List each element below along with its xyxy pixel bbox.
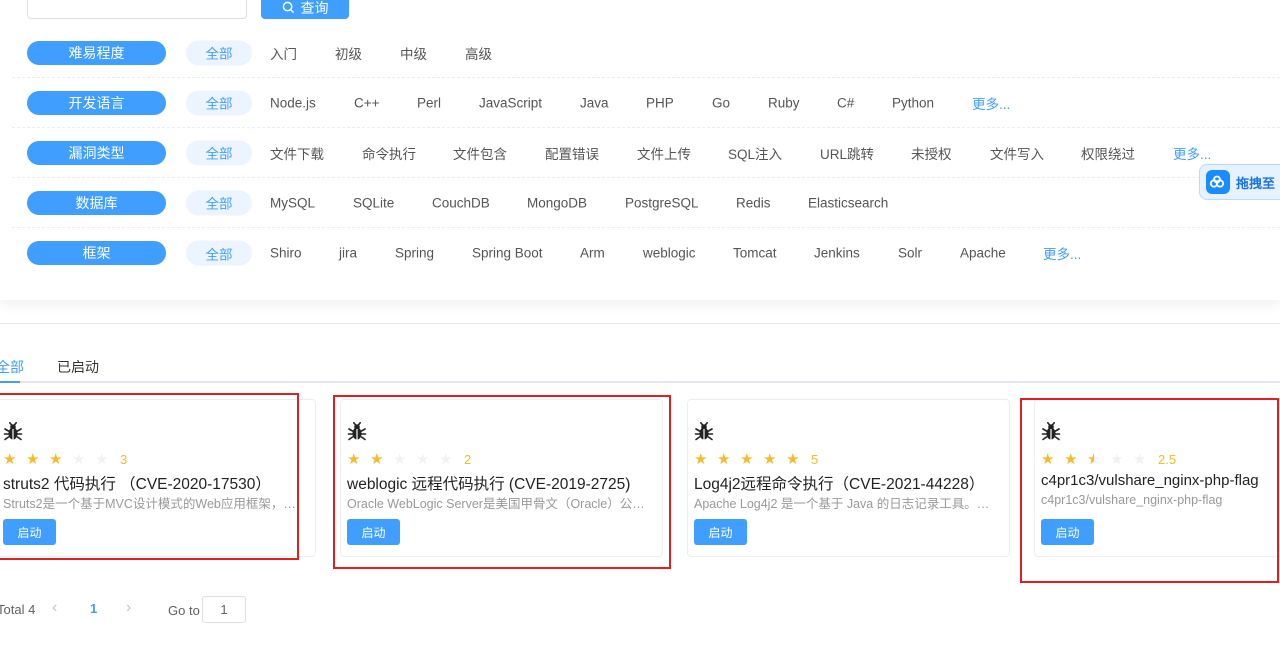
filter-option[interactable]: PHP [646, 95, 674, 110]
search-icon [282, 1, 294, 14]
filter-option[interactable]: 文件包含 [453, 143, 507, 163]
filter-option[interactable]: Elasticsearch [808, 195, 888, 210]
filter-option[interactable]: Arm [580, 246, 605, 261]
filter-option-all[interactable]: 全部 [186, 190, 252, 215]
start-button[interactable]: 启动 [694, 519, 747, 545]
filter-option[interactable]: 未授权 [911, 143, 952, 163]
filter-option[interactable]: Solr [898, 246, 922, 261]
card-title: Log4j2远程命令执行（CVE-2021-44228） [694, 476, 985, 493]
filter-option[interactable]: 文件上传 [637, 143, 691, 163]
filter-option[interactable]: Perl [417, 95, 441, 110]
prev-page-icon[interactable]: ‹ [52, 599, 57, 617]
filter-option[interactable]: 权限绕过 [1081, 143, 1135, 163]
highlight-box [333, 395, 671, 569]
card-description: Apache Log4j2 是一个基于 Java 的日志记录工具。该工具重写了L… [694, 497, 990, 511]
filter-option[interactable]: MySQL [270, 195, 315, 210]
tab-bar: 全部 已启动 [0, 345, 1280, 383]
filter-option-all[interactable]: 全部 [186, 240, 252, 266]
filter-row-language: 开发语言 全部 Node.js C++ Perl JavaScript Java… [12, 78, 1280, 128]
highlight-box [0, 393, 299, 560]
filter-row-vuln-type: 漏洞类型 全部 文件下载 命令执行 文件包含 配置错误 文件上传 SQL注入 U… [12, 128, 1280, 178]
section-divider [0, 323, 1280, 324]
side-tab-label: 拖拽至 [1236, 175, 1276, 191]
filter-option[interactable]: SQLite [353, 195, 394, 210]
star-icon: ★ [763, 451, 777, 468]
star-icon: ★ [717, 451, 731, 468]
star-icon: ★ [740, 451, 754, 468]
vuln-card: ★ ★ ★ ★ ★ 5 Log4j2远程命令执行（CVE-2021-44228） Apac… [687, 399, 1010, 557]
filter-option[interactable]: Java [580, 95, 609, 110]
filter-label: 开发语言 [27, 90, 166, 115]
filter-option[interactable]: PostgreSQL [625, 195, 699, 210]
highlight-box [1020, 398, 1279, 583]
rating-score: 5 [811, 451, 819, 467]
filter-label: 数据库 [27, 190, 166, 215]
filter-panel: 难易程度 全部 入门 初级 中级 高级 开发语言 全部 Node.js C++ … [0, 28, 1280, 300]
filter-option[interactable]: weblogic [643, 246, 696, 261]
filter-row-database: 数据库 全部 MySQL SQLite CouchDB MongoDB Post… [12, 178, 1280, 228]
filter-option-all[interactable]: 全部 [186, 140, 252, 165]
filter-more-link[interactable]: 更多... [1173, 143, 1211, 163]
filter-more-link[interactable]: 更多... [972, 93, 1010, 113]
filter-option[interactable]: 文件写入 [990, 143, 1044, 163]
filter-more-link[interactable]: 更多... [1043, 243, 1081, 263]
filter-option[interactable]: URL跳转 [820, 143, 874, 163]
filter-option[interactable]: 初级 [335, 43, 362, 63]
filter-option[interactable]: Shiro [270, 246, 302, 261]
filter-option[interactable]: C# [837, 95, 854, 110]
search-input[interactable] [27, 0, 247, 19]
filter-option[interactable]: Apache [960, 246, 1006, 261]
cloud-icon [1206, 170, 1230, 194]
filter-option[interactable]: Node.js [270, 95, 316, 110]
filter-option[interactable]: 配置错误 [545, 143, 599, 163]
goto-page-input[interactable]: 1 [202, 596, 246, 623]
filter-option[interactable]: Go [712, 95, 730, 110]
filter-option[interactable]: Redis [736, 195, 771, 210]
star-icon: ★ [786, 451, 800, 468]
filter-option[interactable]: 中级 [400, 43, 427, 63]
filter-option[interactable]: Jenkins [814, 246, 860, 261]
filter-option[interactable]: SQL注入 [728, 143, 782, 163]
filter-option[interactable]: CouchDB [432, 195, 490, 210]
active-tab-indicator [0, 381, 20, 383]
tab-all[interactable]: 全部 [0, 357, 24, 377]
filter-option[interactable]: MongoDB [527, 195, 587, 210]
filter-option-all[interactable]: 全部 [186, 40, 252, 65]
filter-option[interactable]: 高级 [465, 43, 492, 63]
page-number[interactable]: 1 [90, 601, 97, 616]
filter-option[interactable]: C++ [354, 95, 380, 110]
bug-icon [694, 422, 714, 445]
filter-option-all[interactable]: 全部 [186, 90, 252, 115]
next-page-icon[interactable]: › [126, 599, 131, 617]
filter-row-difficulty: 难易程度 全部 入门 初级 中级 高级 [12, 28, 1280, 78]
pagination-total: Total 4 [0, 602, 36, 617]
drag-to-side-tab[interactable]: 拖拽至 [1199, 164, 1280, 200]
filter-option[interactable]: Spring Boot [472, 246, 543, 261]
star-icon: ★ [694, 451, 708, 468]
filter-option[interactable]: 命令执行 [362, 143, 416, 163]
filter-label: 难易程度 [27, 40, 166, 65]
filter-label: 框架 [27, 241, 166, 265]
filter-row-framework: 框架 全部 Shiro jira Spring Spring Boot Arm … [12, 228, 1280, 278]
tab-started[interactable]: 已启动 [57, 357, 99, 377]
filter-option[interactable]: 入门 [270, 43, 297, 63]
goto-label: Go to [168, 603, 200, 618]
filter-option[interactable]: jira [339, 246, 357, 261]
pagination: Total 4 ‹ 1 › Go to 1 [0, 596, 400, 624]
filter-option[interactable]: Python [892, 95, 934, 110]
filter-label: 漏洞类型 [27, 140, 166, 165]
rating-stars: ★ ★ ★ ★ ★ 5 [694, 450, 818, 468]
filter-option[interactable]: Ruby [768, 95, 800, 110]
filter-option[interactable]: JavaScript [479, 95, 542, 110]
search-button[interactable]: 查询 [261, 0, 349, 19]
filter-option[interactable]: Tomcat [733, 246, 777, 261]
filter-option[interactable]: 文件下载 [270, 143, 324, 163]
filter-option[interactable]: Spring [395, 246, 434, 261]
search-button-label: 查询 [300, 0, 329, 16]
